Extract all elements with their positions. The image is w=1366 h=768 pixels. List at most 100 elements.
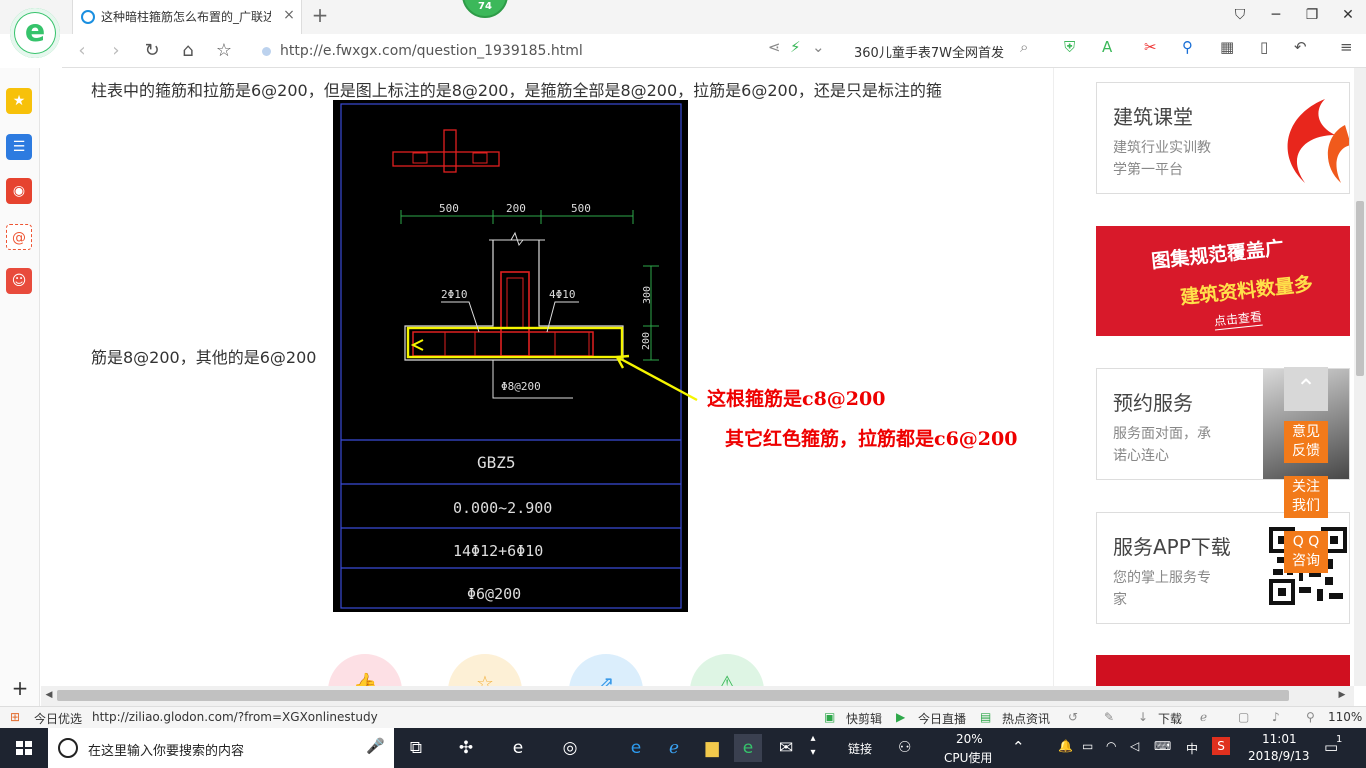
today-picks-link[interactable]: 今日优选	[34, 710, 82, 727]
banner-cta-link[interactable]: 点击查看	[1213, 307, 1263, 331]
restore-button[interactable]: ❐	[1294, 0, 1330, 30]
bottom-promo-banner[interactable]	[1096, 655, 1350, 686]
gift-icon[interactable]: ⊞	[10, 710, 20, 724]
weibo-icon[interactable]: ◉	[6, 178, 32, 204]
minimize-button[interactable]: ─	[1258, 0, 1294, 30]
tab-active[interactable]: 这种暗柱箍筋怎么布置的_广联达 ×	[72, 0, 302, 34]
mail-app-icon[interactable]: ✉	[772, 734, 800, 762]
right-bar-label: 4Φ10	[549, 288, 576, 301]
status-item[interactable]: 下载	[1158, 710, 1182, 727]
file-explorer-icon[interactable]: ▆	[698, 734, 726, 762]
feedback-button[interactable]: 意见 反馈	[1284, 421, 1328, 463]
notification-bell-icon[interactable]: 🔔	[1058, 739, 1073, 753]
shield-icon[interactable]: ⛨	[1064, 38, 1075, 58]
bookmark-star-button[interactable]: ☆	[210, 38, 238, 64]
keyboard-icon[interactable]: ⌨	[1154, 739, 1171, 753]
undo-icon[interactable]: ↶	[1294, 38, 1307, 58]
status-item[interactable]: 热点资讯	[1002, 710, 1050, 727]
horizontal-scrollbar[interactable]: ◀ ▶	[41, 686, 1354, 706]
live-play-icon[interactable]: ▶	[896, 710, 905, 724]
internet-explorer-icon[interactable]: ℯ	[660, 734, 688, 762]
video-clip-icon[interactable]: ▣	[824, 710, 835, 724]
chevron-up-icon[interactable]: ⌃	[1012, 738, 1025, 756]
sidebar-add-button[interactable]: +	[10, 678, 30, 698]
taskbar-scroll-icon[interactable]: ▴ ▾	[806, 732, 820, 760]
follow-us-button[interactable]: 关注 我们	[1284, 476, 1328, 518]
apps-grid-icon[interactable]: ▦	[1220, 38, 1234, 58]
speed-mode-icon[interactable]: ⚡	[790, 38, 801, 58]
notification-app-icon[interactable]: ◎	[556, 734, 584, 762]
back-button[interactable]: ‹	[68, 38, 96, 64]
game-icon[interactable]: ☺	[6, 268, 32, 294]
clock-time[interactable]: 11:01	[1262, 732, 1297, 746]
qq-consult-button[interactable]: Q Q 咨询	[1284, 531, 1328, 573]
new-tab-button[interactable]: +	[308, 4, 332, 28]
wifi-icon[interactable]: ◠	[1106, 739, 1116, 753]
start-button[interactable]	[0, 728, 48, 768]
menu-icon[interactable]: ≡	[1340, 38, 1353, 58]
share-button[interactable]: ⇗	[569, 654, 643, 686]
close-window-button[interactable]: ✕	[1330, 0, 1366, 30]
skin-icon[interactable]: ⛉	[1222, 0, 1258, 30]
taskbar-search-box[interactable]: 在这里输入你要搜索的内容 🎤	[48, 728, 394, 768]
ime-indicator[interactable]: 中	[1186, 740, 1198, 757]
scroll-right-arrow-icon[interactable]: ▶	[1336, 688, 1348, 702]
security-score-badge[interactable]: 74	[462, 0, 508, 18]
tab-close-button[interactable]: ×	[281, 7, 297, 25]
magnifier-icon[interactable]: ⚲	[1182, 38, 1193, 58]
news-feed-icon[interactable]: ☰	[6, 134, 32, 160]
download-icon[interactable]: ↓	[1138, 710, 1148, 724]
clock-date[interactable]: 2018/9/13	[1248, 749, 1310, 763]
tablet-icon[interactable]: ▯	[1260, 38, 1268, 58]
browser-logo-icon[interactable]: e	[10, 8, 60, 58]
favorites-icon[interactable]: ★	[6, 88, 32, 114]
home-button[interactable]: ⌂	[174, 38, 202, 64]
sogou-ime-icon[interactable]: S	[1212, 737, 1230, 755]
zoom-icon[interactable]: ⚲	[1306, 710, 1315, 724]
pinwheel-app-icon[interactable]: ✣	[452, 734, 480, 762]
window-icon[interactable]: ▢	[1238, 710, 1249, 724]
status-item[interactable]: 今日直播	[918, 710, 966, 727]
scroll-left-arrow-icon[interactable]: ◀	[43, 688, 55, 702]
news-icon[interactable]: ▤	[980, 710, 991, 724]
scissors-icon[interactable]: ✂	[1144, 38, 1157, 58]
card-title: 预约服务	[1113, 391, 1193, 415]
favorite-button[interactable]: ☆	[448, 654, 522, 686]
status-item[interactable]: 快剪辑	[846, 710, 882, 727]
chevron-down-icon[interactable]: ⌄	[812, 38, 825, 58]
forward-button[interactable]: ›	[102, 38, 130, 64]
task-view-icon[interactable]: ⧉	[402, 734, 430, 762]
ie-mode-icon[interactable]: ℯ	[1200, 710, 1207, 724]
search-icon[interactable]: ⌕	[1020, 38, 1028, 58]
people-icon[interactable]: ⚇	[898, 738, 911, 756]
mail-icon[interactable]: @	[6, 224, 32, 250]
volume-icon[interactable]: ♪	[1272, 710, 1280, 724]
refresh-icon[interactable]: ↺	[1068, 710, 1078, 724]
promo-link[interactable]: 360儿童手表7W全网首发	[854, 42, 1004, 61]
360-browser-icon[interactable]: e	[734, 734, 762, 762]
like-button[interactable]: 👍	[328, 654, 402, 686]
refresh-button[interactable]: ↻	[138, 38, 166, 64]
edge-icon[interactable]: e	[622, 734, 650, 762]
translate-icon[interactable]: A	[1102, 38, 1112, 58]
report-button[interactable]: ⚠	[690, 654, 764, 686]
qq-label: Q Q	[1292, 534, 1320, 550]
vdim-top: 300	[642, 286, 653, 304]
edge-browser-icon[interactable]: e	[504, 734, 532, 762]
zoom-level[interactable]: 110%	[1328, 710, 1362, 724]
share-icon[interactable]: ⋖	[768, 38, 781, 58]
site-info-icon[interactable]	[262, 47, 271, 56]
back-to-top-button[interactable]: ⌃	[1284, 367, 1328, 411]
microphone-icon[interactable]: 🎤	[366, 737, 385, 755]
vertical-scrollbar[interactable]	[1354, 68, 1366, 686]
scroll-thumb[interactable]	[1356, 201, 1364, 376]
annotation-note-2: 其它红色箍筋，拉筋都是c6@200	[725, 428, 1018, 450]
pin-icon[interactable]: ✎	[1104, 710, 1114, 724]
promo-banner[interactable]: 图集规范覆盖广 建筑资料数量多 点击查看	[1096, 226, 1350, 336]
speaker-icon[interactable]: ◁	[1130, 739, 1139, 753]
card-building-class[interactable]: 建筑课堂 建筑行业实训教 学第一平台	[1096, 82, 1350, 194]
links-toolbar-label[interactable]: 链接	[848, 740, 872, 757]
battery-icon[interactable]: ▭	[1082, 739, 1093, 753]
url-field[interactable]: http://e.fwxgx.com/question_1939185.html	[256, 38, 756, 64]
scroll-thumb[interactable]	[57, 690, 1289, 701]
